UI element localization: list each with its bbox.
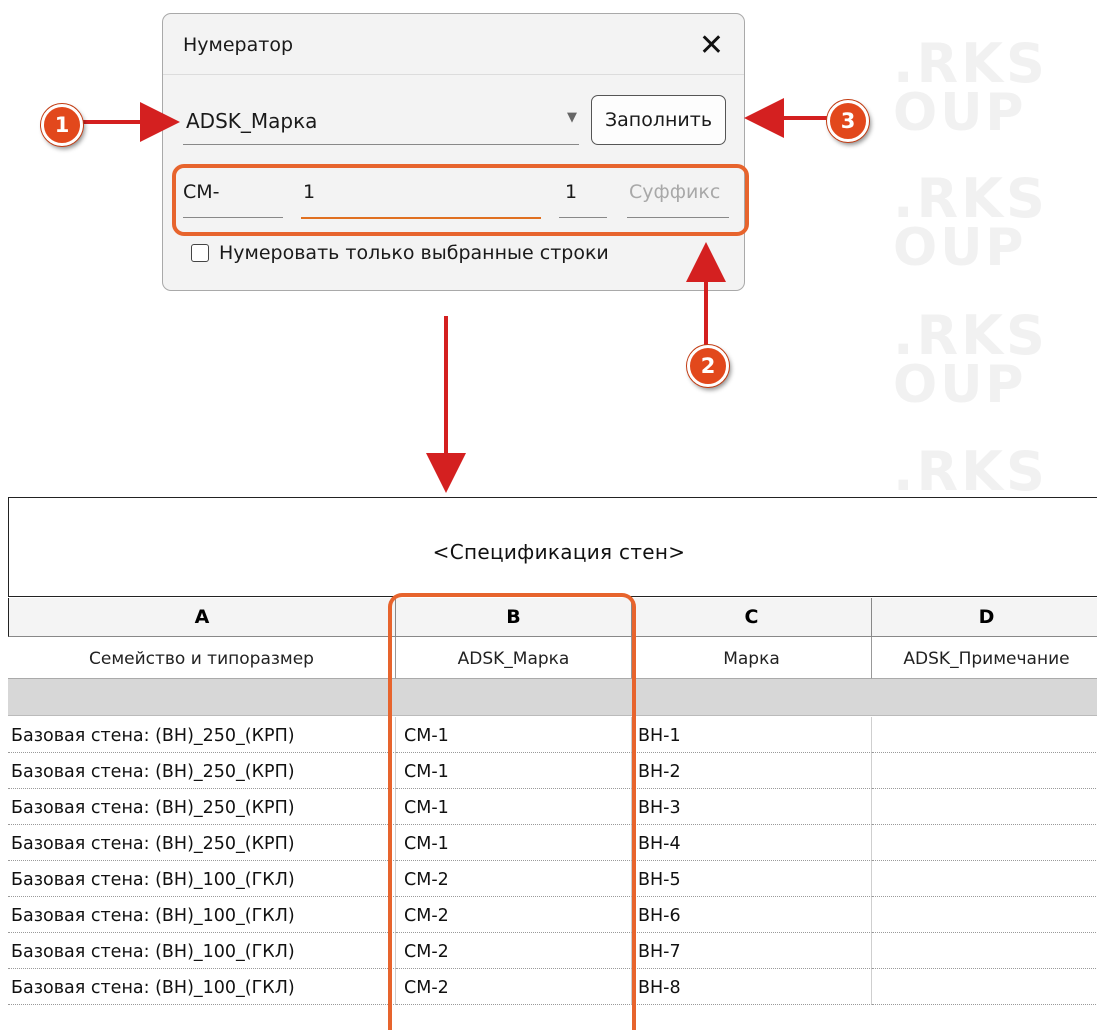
column-letter-c: C: [632, 598, 872, 637]
badge-2: 2: [687, 345, 729, 387]
table-cell[interactable]: Базовая стена: (ВН)_100_(ГКЛ): [8, 861, 396, 897]
badge-3: 3: [827, 100, 869, 142]
table-cell[interactable]: ВН-6: [632, 897, 872, 933]
column-header-family: Семейство и типоразмер: [8, 637, 396, 679]
schedule-title-row: <Спецификация стен>: [8, 497, 1097, 597]
table-cell[interactable]: [872, 933, 1097, 969]
table-cell[interactable]: [872, 969, 1097, 1005]
table-cell[interactable]: Базовая стена: (ВН)_250_(КРП): [8, 825, 396, 861]
table-cell[interactable]: [872, 825, 1097, 861]
table-cell[interactable]: Базовая стена: (ВН)_250_(КРП): [8, 717, 396, 753]
table-cell[interactable]: ВН-1: [632, 717, 872, 753]
table-cell[interactable]: [872, 861, 1097, 897]
table-cell[interactable]: [872, 789, 1097, 825]
table-cell[interactable]: Базовая стена: (ВН)_250_(КРП): [8, 753, 396, 789]
table-cell[interactable]: ВН-3: [632, 789, 872, 825]
table-cell[interactable]: [872, 753, 1097, 789]
table-cell[interactable]: ВН-7: [632, 933, 872, 969]
table-cell[interactable]: Базовая стена: (ВН)_100_(ГКЛ): [8, 969, 396, 1005]
table-cell[interactable]: ВН-8: [632, 969, 872, 1005]
column-letter-d: D: [872, 598, 1097, 637]
column-header-mark: Марка: [632, 637, 872, 679]
table-cell[interactable]: [872, 717, 1097, 753]
column-letter-a: A: [8, 598, 396, 637]
schedule-title: <Спецификация стен>: [432, 540, 686, 564]
table-cell[interactable]: Базовая стена: (ВН)_100_(ГКЛ): [8, 933, 396, 969]
table-cell[interactable]: [872, 897, 1097, 933]
table-cell[interactable]: Базовая стена: (ВН)_100_(ГКЛ): [8, 897, 396, 933]
badge-1: 1: [41, 104, 83, 146]
table-cell[interactable]: Базовая стена: (ВН)_250_(КРП): [8, 789, 396, 825]
column-header-note: ADSK_Примечание: [872, 637, 1097, 679]
column-b-highlight: [388, 593, 636, 1030]
table-cell[interactable]: ВН-5: [632, 861, 872, 897]
table-cell[interactable]: ВН-2: [632, 753, 872, 789]
table-cell[interactable]: ВН-4: [632, 825, 872, 861]
